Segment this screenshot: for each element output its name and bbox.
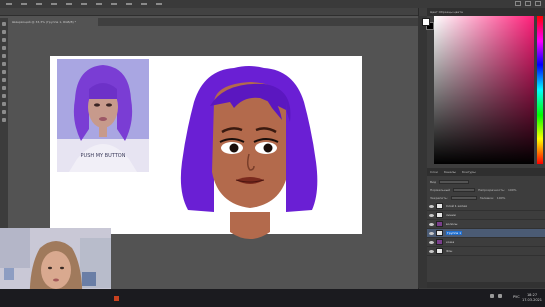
- eye-icon[interactable]: [429, 249, 434, 253]
- system-clock[interactable]: 18:27 17.03.2021: [521, 293, 543, 303]
- photoshop-app-icon[interactable]: [114, 296, 119, 301]
- pen-tool-icon[interactable]: [2, 94, 6, 98]
- layer-name: линии: [446, 213, 456, 217]
- eye-icon[interactable]: [429, 204, 434, 208]
- color-picker-field[interactable]: [434, 16, 534, 164]
- language-indicator[interactable]: РУС: [513, 295, 520, 299]
- layer-filter-label: Вид: [430, 180, 437, 184]
- blend-mode-select[interactable]: Нормальный: [430, 188, 450, 192]
- eye-icon[interactable]: [429, 213, 434, 217]
- menu-items[interactable]: [6, 3, 162, 5]
- move-tool-icon[interactable]: [2, 22, 6, 26]
- layer-row[interactable]: кожа: [427, 238, 545, 247]
- maximize-icon[interactable]: [525, 1, 531, 6]
- eye-icon[interactable]: [429, 222, 434, 226]
- zoom-tool-icon[interactable]: [2, 118, 6, 122]
- layer-row[interactable]: Слой 1 копия: [427, 202, 545, 211]
- marquee-tool-icon[interactable]: [2, 30, 6, 34]
- taskbar: РУС 18:27 17.03.2021: [0, 289, 545, 307]
- reference-photo: PUSH MY BUTTON: [57, 59, 149, 172]
- layers-footer-buttons[interactable]: [427, 282, 545, 288]
- hand-tool-icon[interactable]: [2, 110, 6, 114]
- minimize-icon[interactable]: [515, 1, 521, 6]
- folder-icon: [436, 230, 443, 236]
- layer-name: волосы: [446, 222, 458, 226]
- layer-thumbnail: [436, 203, 443, 209]
- network-icon[interactable]: [490, 294, 494, 298]
- fill-value[interactable]: 100%: [497, 196, 506, 200]
- lasso-tool-icon[interactable]: [2, 38, 6, 42]
- system-tray: [490, 294, 502, 298]
- eye-icon[interactable]: [429, 231, 434, 235]
- layer-filter-select[interactable]: [439, 180, 470, 184]
- layers-list: Слой 1 копия линии волосы Группа 1 кожа …: [427, 202, 545, 258]
- eye-icon[interactable]: [429, 240, 434, 244]
- layer-row[interactable]: волосы: [427, 220, 545, 229]
- panel-icon-column[interactable]: [418, 16, 427, 288]
- hue-slider[interactable]: [537, 16, 543, 164]
- layer-controls: Вид Нормальный Непрозрачность: 100% Закр…: [427, 178, 545, 202]
- volume-icon[interactable]: [498, 294, 502, 298]
- document-tab[interactable]: Ше́нрёоций @ 33,3% (Группа 1, RGB/8) *: [8, 18, 98, 26]
- foreground-color-swatch[interactable]: [422, 18, 430, 26]
- window-controls[interactable]: [515, 1, 541, 6]
- layer-name: Слой 1 копия: [446, 204, 467, 208]
- layer-name-input[interactable]: Группа 1: [446, 231, 463, 235]
- menu-bar: [0, 0, 545, 8]
- layer-row[interactable]: линии: [427, 211, 545, 220]
- gradient-tool-icon[interactable]: [2, 86, 6, 90]
- tab-layers[interactable]: Слои: [430, 168, 438, 176]
- opacity-label: Непрозрачность:: [478, 188, 505, 192]
- stamp-tool-icon[interactable]: [2, 70, 6, 74]
- shirt-text: PUSH MY BUTTON: [81, 153, 126, 159]
- blend-mode-box: [453, 188, 476, 192]
- layer-thumbnail: [436, 239, 443, 245]
- layer-row-active[interactable]: Группа 1: [427, 229, 545, 238]
- layers-panel-tabs: Слои Каналы Контуры: [427, 168, 545, 176]
- lock-buttons[interactable]: [450, 196, 477, 200]
- eyedropper-tool-icon[interactable]: [2, 54, 6, 58]
- lock-label: Закрепить:: [430, 196, 448, 200]
- character-illustration: [174, 62, 324, 244]
- photoshop-screen: Ше́нрёоций @ 33,3% (Группа 1, RGB/8) * P…: [0, 0, 545, 307]
- brush-tool-icon[interactable]: [2, 62, 6, 66]
- layer-name: кожа: [446, 240, 455, 244]
- layer-thumbnail: [436, 248, 443, 254]
- eraser-tool-icon[interactable]: [2, 78, 6, 82]
- tab-channels[interactable]: Каналы: [444, 168, 456, 176]
- color-panel-header[interactable]: Цвет Образцы цвета: [427, 8, 545, 16]
- clock-date: 17.03.2021: [521, 298, 543, 302]
- layer-thumbnail: [436, 221, 443, 227]
- close-icon[interactable]: [535, 1, 541, 6]
- type-tool-icon[interactable]: [2, 102, 6, 106]
- layer-thumbnail: [436, 212, 443, 218]
- crop-tool-icon[interactable]: [2, 46, 6, 50]
- fill-label: Заливка:: [479, 196, 494, 200]
- opacity-value[interactable]: 100%: [508, 188, 517, 192]
- layer-name: Фон: [446, 249, 453, 253]
- tab-paths[interactable]: Контуры: [462, 168, 476, 176]
- taskbar-apps: [114, 296, 119, 301]
- layer-row[interactable]: Фон: [427, 247, 545, 256]
